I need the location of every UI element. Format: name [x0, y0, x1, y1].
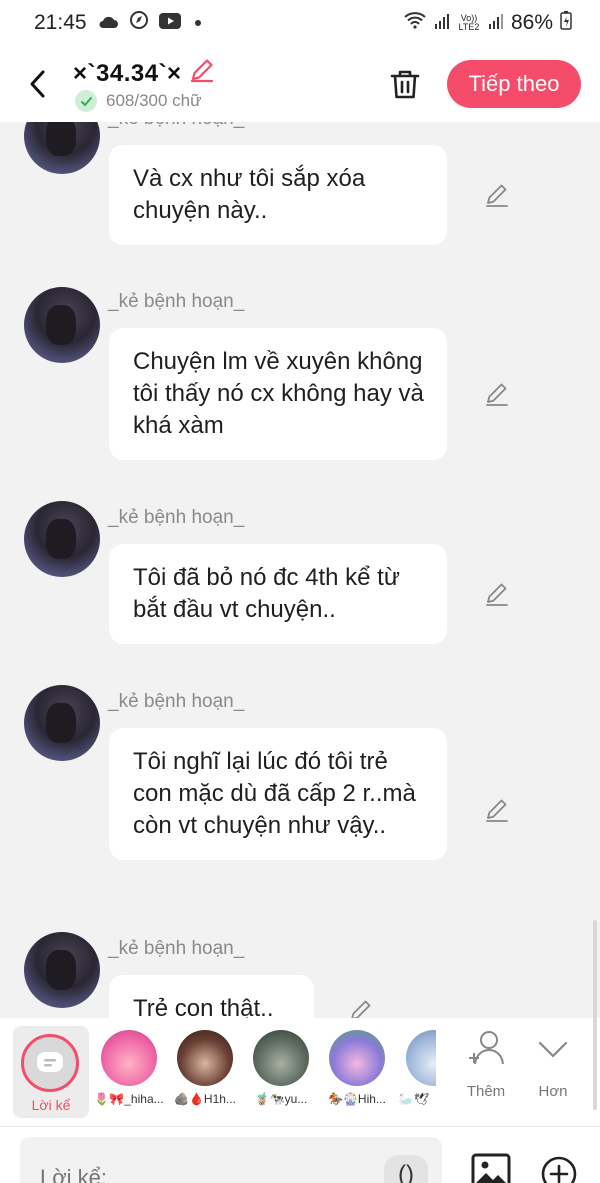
- notification-dot-icon: [194, 20, 201, 26]
- character-avatar: [329, 1030, 385, 1086]
- edit-message-button[interactable]: [346, 996, 376, 1018]
- message-bubble[interactable]: Chuyện lm về xuyên không tôi thấy nó cx …: [109, 328, 447, 460]
- author-name: _kẻ bệnh hoạn_: [108, 507, 245, 528]
- check-icon: [75, 90, 97, 112]
- status-bar: 21:45 Vo)) LTE2 86%: [0, 0, 600, 46]
- cloud-icon: [97, 11, 119, 35]
- battery-charging-icon: [560, 10, 572, 36]
- character-item[interactable]: 🏇🎡Hih...: [316, 1026, 398, 1106]
- plus-circle-icon: [541, 1156, 577, 1183]
- message-bubble[interactable]: Tôi đã bỏ nó đc 4th kể từ bắt đầu vt chu…: [109, 544, 447, 644]
- character-avatar: [177, 1030, 233, 1086]
- delete-button[interactable]: [386, 64, 424, 104]
- narrator-label: Lời kể: [31, 1097, 71, 1113]
- word-count-text: 608/300 chữ: [106, 91, 202, 110]
- author-name: _kẻ bệnh hoạn_: [108, 122, 244, 130]
- story-chat-list[interactable]: _kẻ bệnh hoạn_ Và cx như tôi sắp xóa chu…: [0, 122, 600, 1018]
- pencil-icon: [486, 184, 508, 207]
- character-name: 🏇🎡Hih...: [328, 1092, 386, 1106]
- message-bubble[interactable]: Trẻ con thật..: [109, 975, 314, 1018]
- character-item[interactable]: 🌷🎀_hiha...: [88, 1026, 170, 1106]
- story-title: ×`34.34`×: [73, 56, 216, 91]
- edit-message-button[interactable]: [482, 379, 512, 409]
- scrollbar[interactable]: [593, 920, 597, 1110]
- author-name: _kẻ bệnh hoạn_: [108, 938, 245, 959]
- top-app-bar: ×`34.34`× 608/300 chữ Tiếp theo: [0, 46, 600, 122]
- character-item[interactable]: 🧋🐄yu...: [240, 1026, 322, 1106]
- more-button[interactable]: Hơn: [523, 1028, 583, 1100]
- character-item[interactable]: 🦢🕊: [392, 1026, 436, 1106]
- story-title-text: ×`34.34`×: [73, 59, 182, 87]
- battery-percent: 86%: [510, 11, 553, 34]
- character-name: 🦢🕊: [398, 1092, 430, 1106]
- narrator-button[interactable]: Lời kể: [13, 1026, 89, 1118]
- author-name: _kẻ bệnh hoạn_: [108, 291, 245, 312]
- character-avatar: [101, 1030, 157, 1086]
- youtube-icon: [158, 11, 181, 35]
- message-bubble[interactable]: Và cx như tôi sắp xóa chuyện này..: [109, 145, 447, 245]
- character-avatar: [253, 1030, 309, 1086]
- add-button[interactable]: [540, 1155, 578, 1183]
- next-button[interactable]: Tiếp theo: [447, 60, 581, 108]
- status-time: 21:45: [34, 11, 87, 34]
- character-selector: Lời kể 🌷🎀_hiha... 🪨🩸H1h... 🧋🐄yu... 🏇🎡Hih…: [0, 1018, 600, 1126]
- character-name: 🧋🐄yu...: [254, 1092, 308, 1106]
- avatar[interactable]: [24, 501, 100, 577]
- character-name: 🌷🎀_hiha...: [94, 1092, 164, 1106]
- add-character-button[interactable]: Thêm: [456, 1028, 516, 1100]
- edit-message-button[interactable]: [482, 795, 512, 825]
- character-avatar: [406, 1030, 436, 1086]
- author-name: _kẻ bệnh hoạn_: [108, 691, 245, 712]
- add-user-icon: [469, 1031, 504, 1065]
- character-item[interactable]: 🪨🩸H1h...: [164, 1026, 246, 1106]
- edit-message-button[interactable]: [482, 180, 512, 210]
- narrator-avatar: [21, 1034, 79, 1092]
- chat-bubble-icon: [37, 1052, 63, 1072]
- wifi-icon: [403, 11, 427, 35]
- avatar[interactable]: [24, 287, 100, 363]
- character-name: 🪨🩸H1h...: [174, 1092, 236, 1106]
- signal-icon: [434, 11, 450, 35]
- pencil-icon: [486, 383, 508, 406]
- edit-title-icon[interactable]: [188, 56, 216, 91]
- more-label: Hơn: [538, 1083, 568, 1100]
- signal-icon-2: [488, 11, 504, 35]
- edit-message-button[interactable]: [482, 579, 512, 609]
- narration-input[interactable]: [20, 1137, 442, 1183]
- composer: (): [0, 1126, 600, 1183]
- chevron-down-icon: [538, 1041, 568, 1058]
- pencil-icon: [486, 583, 508, 606]
- avatar[interactable]: [24, 122, 100, 174]
- pencil-icon: [351, 1000, 371, 1018]
- network-label: Vo)) LTE2: [458, 13, 480, 32]
- chevron-left-icon: [30, 70, 45, 98]
- insert-image-button[interactable]: [471, 1153, 511, 1183]
- pencil-icon: [486, 799, 508, 822]
- image-icon: [471, 1153, 511, 1183]
- compass-icon: [129, 10, 149, 36]
- back-button[interactable]: [20, 64, 56, 104]
- add-character-label: Thêm: [466, 1083, 506, 1100]
- avatar[interactable]: [24, 685, 100, 761]
- word-count: 608/300 chữ: [75, 90, 202, 112]
- avatar[interactable]: [24, 932, 100, 1008]
- parentheses-button[interactable]: (): [384, 1155, 428, 1183]
- message-bubble[interactable]: Tôi nghĩ lại lúc đó tôi trẻ con mặc dù đ…: [109, 728, 447, 860]
- trash-icon: [390, 70, 420, 99]
